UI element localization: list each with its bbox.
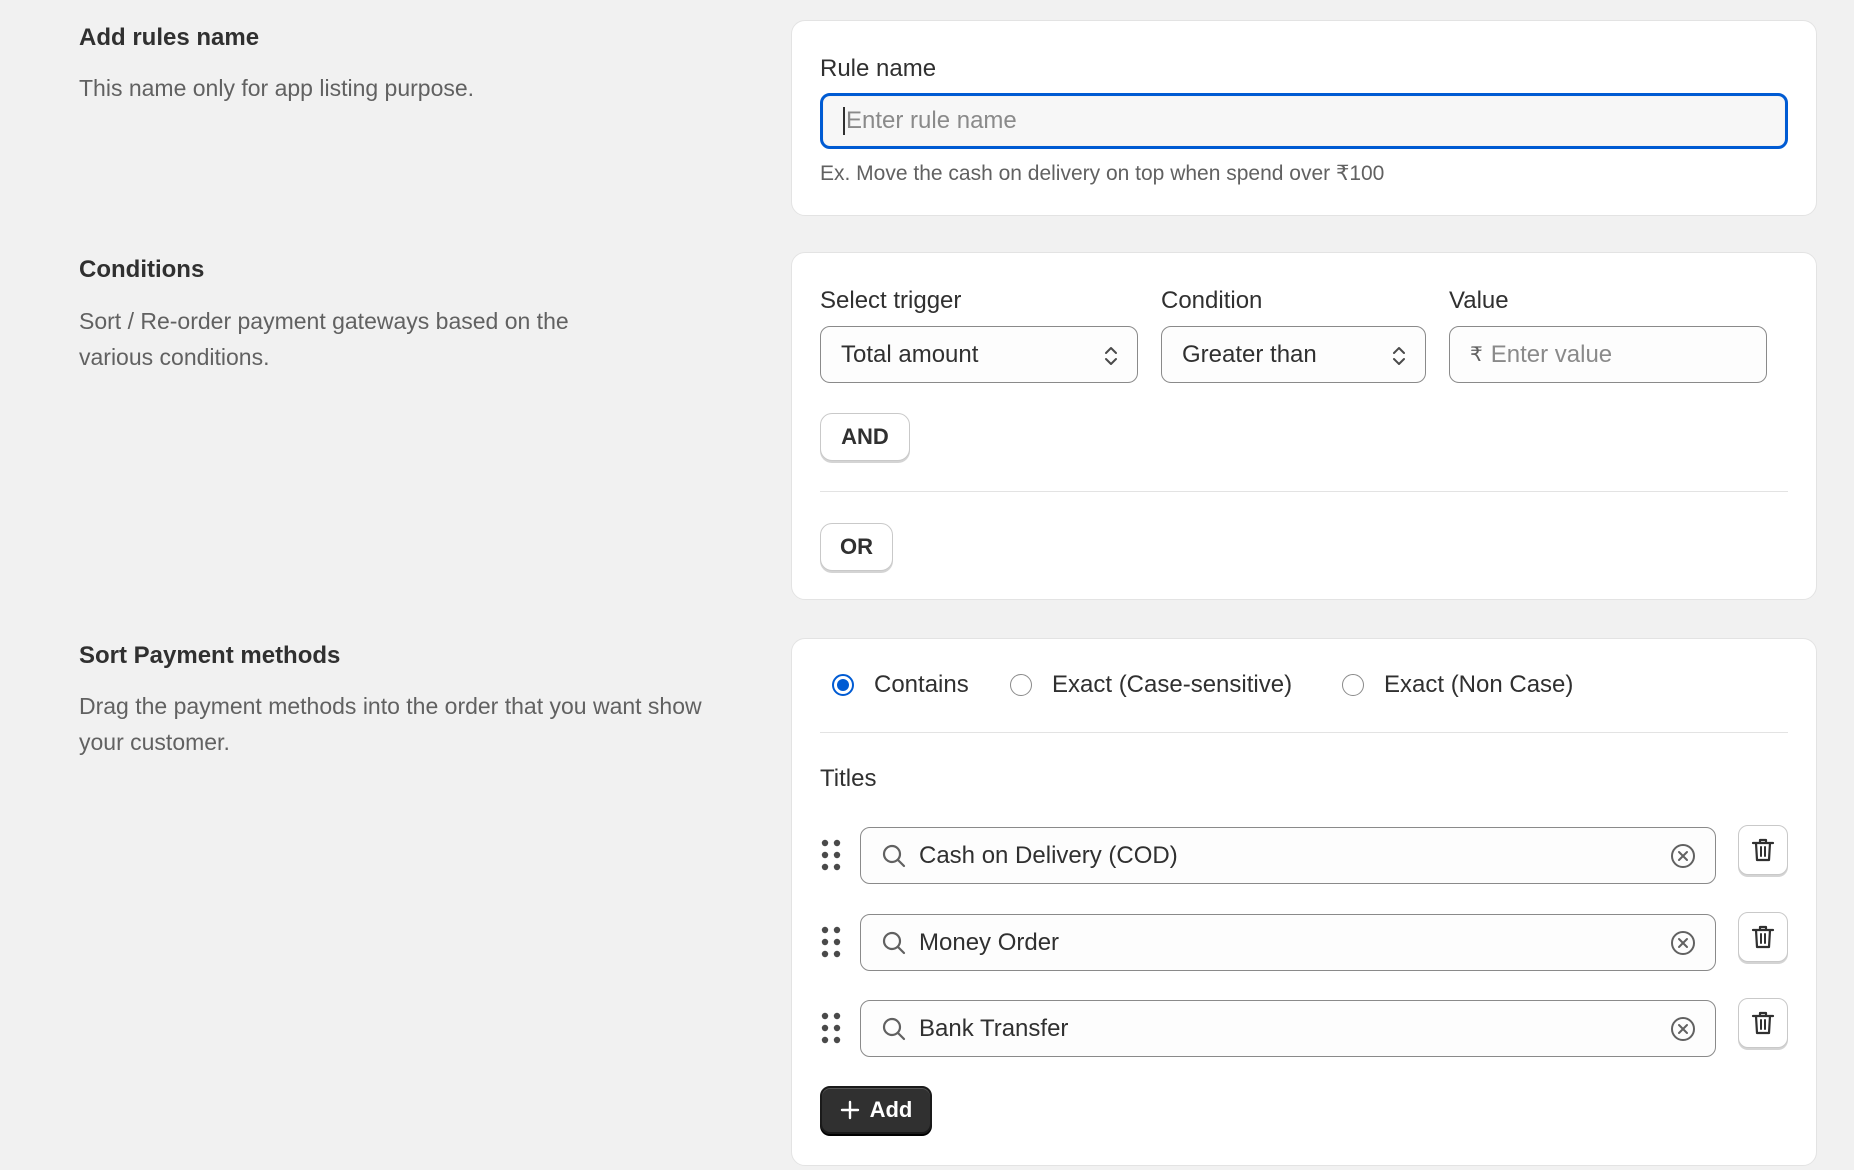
currency-prefix: ₹ bbox=[1470, 344, 1483, 366]
trash-icon bbox=[1751, 838, 1775, 862]
conditions-section-description: Sort / Re-order payment gateways based o… bbox=[79, 303, 569, 375]
rule-section-heading: Add rules name bbox=[79, 24, 260, 51]
condition-select-value: Greater than bbox=[1182, 340, 1317, 368]
condition-label: Condition bbox=[1161, 287, 1263, 314]
drag-handle-icon[interactable] bbox=[820, 924, 842, 960]
conditions-desc-line-1: Sort / Re-order payment gateways based o… bbox=[79, 308, 569, 334]
clear-icon[interactable] bbox=[1669, 929, 1697, 957]
radio-button-checked[interactable] bbox=[832, 674, 854, 696]
radio-exact-non-case[interactable]: Exact (Non Case) bbox=[1342, 671, 1573, 699]
delete-title-button[interactable] bbox=[1738, 912, 1788, 962]
trigger-select[interactable]: Total amount bbox=[820, 326, 1138, 383]
delete-title-button[interactable] bbox=[1738, 998, 1788, 1048]
value-input[interactable]: ₹ Enter value bbox=[1449, 326, 1767, 383]
delete-title-button[interactable] bbox=[1738, 825, 1788, 875]
chevron-updown-icon bbox=[1393, 347, 1405, 365]
search-icon bbox=[882, 844, 906, 867]
title-input[interactable]: Bank Transfer bbox=[860, 1000, 1716, 1057]
rule-section-description: This name only for app listing purpose. bbox=[79, 75, 475, 101]
rule-name-input[interactable]: Enter rule name bbox=[820, 93, 1788, 149]
plus-icon bbox=[840, 1100, 859, 1120]
radio-contains-label: Contains bbox=[874, 671, 969, 698]
title-input[interactable]: Money Order bbox=[860, 914, 1716, 971]
search-icon bbox=[882, 931, 906, 954]
clear-icon[interactable] bbox=[1669, 1015, 1697, 1043]
add-button-label: Add bbox=[869, 1097, 913, 1122]
rule-name-help: Ex. Move the cash on delivery on top whe… bbox=[820, 162, 1385, 185]
condition-select[interactable]: Greater than bbox=[1161, 326, 1426, 383]
title-value: Bank Transfer bbox=[919, 1014, 1069, 1042]
conditions-divider bbox=[820, 491, 1788, 492]
title-row: Money Order bbox=[820, 912, 1788, 974]
rule-name-placeholder: Enter rule name bbox=[846, 107, 1017, 134]
rule-name-card: Rule name Enter rule name Ex. Move the c… bbox=[791, 20, 1817, 216]
trigger-select-value: Total amount bbox=[841, 340, 979, 368]
title-row: Cash on Delivery (COD) bbox=[820, 825, 1788, 887]
value-placeholder: Enter value bbox=[1490, 340, 1613, 368]
sort-section-heading: Sort Payment methods bbox=[79, 642, 341, 669]
conditions-card: Select trigger Total amount Condition Gr… bbox=[791, 252, 1817, 600]
radio-contains[interactable]: Contains bbox=[832, 671, 969, 699]
drag-handle-icon[interactable] bbox=[820, 837, 842, 873]
titles-label: Titles bbox=[820, 765, 877, 792]
conditions-section-heading: Conditions bbox=[79, 256, 205, 283]
radio-exact-non-case-label: Exact (Non Case) bbox=[1384, 671, 1574, 698]
search-icon bbox=[882, 1017, 906, 1040]
sort-desc-line-2: your customer. bbox=[79, 729, 230, 755]
title-value: Money Order bbox=[919, 928, 1060, 956]
drag-handle-icon[interactable] bbox=[820, 1010, 842, 1046]
title-value: Cash on Delivery (COD) bbox=[919, 841, 1178, 869]
clear-icon[interactable] bbox=[1669, 842, 1697, 870]
sort-section-description: Drag the payment methods into the order … bbox=[79, 688, 702, 760]
add-title-button[interactable]: Add bbox=[820, 1086, 932, 1134]
chevron-updown-icon bbox=[1105, 347, 1117, 365]
radio-button[interactable] bbox=[1342, 674, 1364, 696]
radio-button[interactable] bbox=[1010, 674, 1032, 696]
trash-icon bbox=[1751, 1011, 1775, 1035]
radio-exact-case-sensitive[interactable]: Exact (Case-sensitive) bbox=[1010, 671, 1292, 699]
sort-divider bbox=[820, 732, 1788, 733]
trash-icon bbox=[1751, 925, 1775, 949]
radio-exact-case-sensitive-label: Exact (Case-sensitive) bbox=[1052, 671, 1293, 698]
text-caret bbox=[843, 107, 845, 135]
or-button[interactable]: OR bbox=[820, 523, 893, 571]
title-row: Bank Transfer bbox=[820, 998, 1788, 1060]
title-input[interactable]: Cash on Delivery (COD) bbox=[860, 827, 1716, 884]
sort-card: Contains Exact (Case-sensitive) Exact (N… bbox=[791, 638, 1817, 1166]
trigger-label: Select trigger bbox=[820, 287, 962, 314]
conditions-desc-line-2: various conditions. bbox=[79, 344, 270, 370]
value-label: Value bbox=[1449, 287, 1509, 314]
and-button[interactable]: AND bbox=[820, 413, 910, 461]
rule-name-label: Rule name bbox=[820, 55, 937, 82]
sort-desc-line-1: Drag the payment methods into the order … bbox=[79, 693, 702, 719]
